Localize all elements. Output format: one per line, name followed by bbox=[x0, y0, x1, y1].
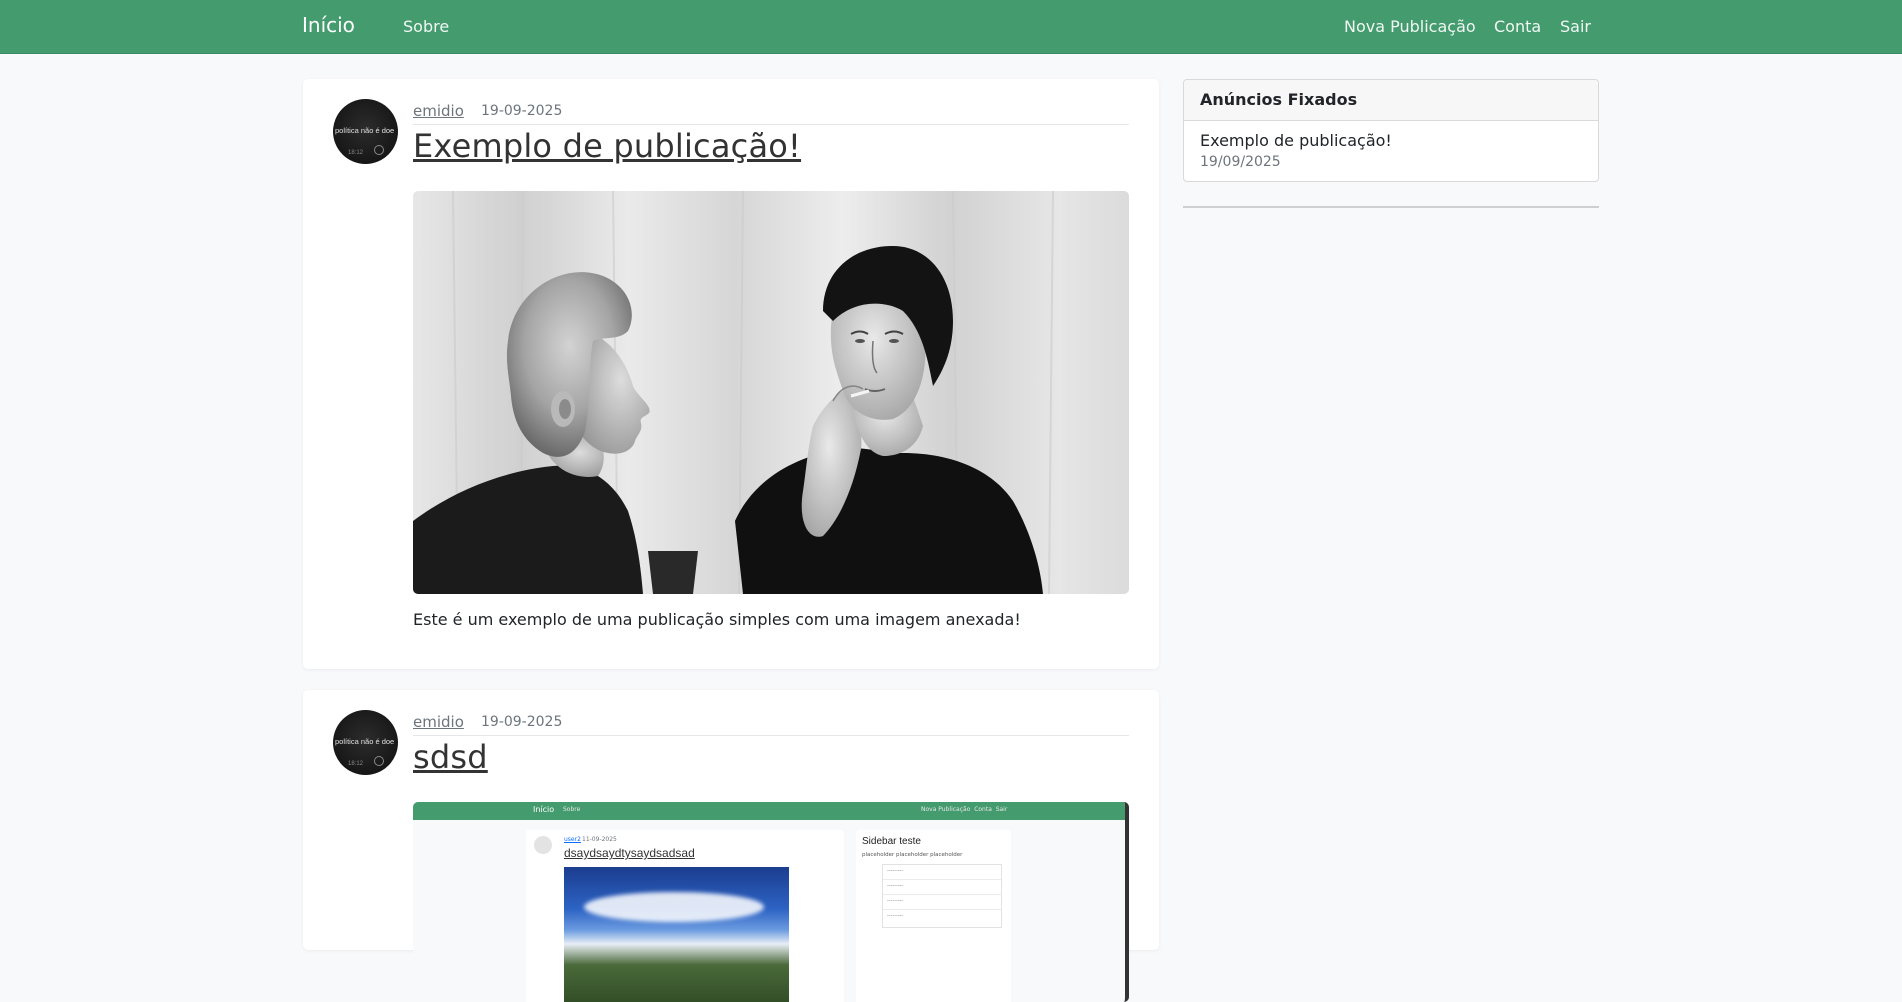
smile-icon bbox=[374, 756, 384, 766]
pinned-announcements-card: Anúncios Fixados Exemplo de publicação! … bbox=[1183, 79, 1599, 182]
screenshot-navbar: Início Sobre Nova Publicação Conta Sair bbox=[413, 802, 1125, 820]
screenshot-date: 11-09-2025 bbox=[582, 836, 617, 843]
sidebar-divider bbox=[1183, 206, 1599, 208]
avatar-caption: política não é doe bbox=[335, 737, 395, 746]
screenshot-list-item: --------- bbox=[887, 898, 904, 904]
post-title-link[interactable]: sdsd bbox=[413, 738, 488, 776]
avatar-time: 18:12 bbox=[348, 150, 364, 156]
screenshot-list-item: --------- bbox=[887, 883, 904, 889]
nav-link-about[interactable]: Sobre bbox=[403, 17, 449, 36]
screenshot-post-card: user2 11-09-2025 dsaydsaydtysaydsadsad bbox=[526, 830, 844, 1002]
author-avatar[interactable]: política não é doe 18:12 bbox=[333, 710, 398, 775]
nav-link-new-post[interactable]: Nova Publicação bbox=[1344, 17, 1476, 36]
pinned-item-title-link[interactable]: Exemplo de publicação! bbox=[1200, 131, 1392, 150]
screenshot-avatar bbox=[534, 836, 552, 854]
avatar-time: 18:12 bbox=[348, 761, 364, 767]
post-card: política não é doe 18:12 emidio 19-09-20… bbox=[303, 79, 1159, 669]
screenshot-sidebar-text: placeholder placeholder placeholder bbox=[862, 852, 963, 858]
screenshot-list-item: --------- bbox=[887, 868, 904, 874]
post-card: política não é doe 18:12 emidio 19-09-20… bbox=[303, 690, 1159, 1002]
screenshot-sidebar-title: Sidebar teste bbox=[862, 836, 921, 847]
post-date: 19-09-2025 bbox=[481, 714, 563, 730]
screenshot-landscape-image bbox=[564, 867, 789, 1002]
photo-two-women bbox=[413, 191, 1129, 594]
navbar: Início Sobre Nova Publicação Conta Sair bbox=[0, 0, 1902, 54]
nav-link-account[interactable]: Conta bbox=[1494, 17, 1541, 36]
author-avatar[interactable]: política não é doe 18:12 bbox=[333, 99, 398, 164]
post-author-link[interactable]: emidio bbox=[413, 102, 464, 120]
screenshot-author: user2 bbox=[564, 836, 581, 843]
screenshot-nav-right: Nova Publicação Conta Sair bbox=[921, 806, 1008, 813]
pinned-announcements-heading: Anúncios Fixados bbox=[1184, 80, 1598, 121]
avatar-caption: política não é doe bbox=[335, 126, 395, 135]
post-author-link[interactable]: emidio bbox=[413, 713, 464, 731]
post-title-link[interactable]: Exemplo de publicação! bbox=[413, 127, 801, 165]
pinned-item-date: 19/09/2025 bbox=[1200, 154, 1281, 170]
screenshot-title: dsaydsaydtysaydsadsad bbox=[564, 846, 695, 860]
post-image bbox=[413, 191, 1129, 594]
post-image: Início Sobre Nova Publicação Conta Sair … bbox=[413, 802, 1129, 1002]
post-content: Este é um exemplo de uma publicação simp… bbox=[413, 610, 1021, 629]
meta-divider bbox=[413, 735, 1129, 736]
nav-brand-home[interactable]: Início bbox=[302, 13, 355, 37]
screenshot-sidebar: Sidebar teste placeholder placeholder pl… bbox=[856, 830, 1011, 1002]
screenshot-brand: Início bbox=[533, 805, 555, 814]
post-date: 19-09-2025 bbox=[481, 103, 563, 119]
smile-icon bbox=[374, 145, 384, 155]
nav-link-logout[interactable]: Sair bbox=[1560, 17, 1591, 36]
screenshot-sidebar-list: --------- --------- --------- --------- bbox=[882, 864, 1002, 928]
screenshot-list-item: --------- bbox=[887, 913, 904, 919]
meta-divider bbox=[413, 124, 1129, 125]
screenshot-about: Sobre bbox=[563, 806, 581, 813]
